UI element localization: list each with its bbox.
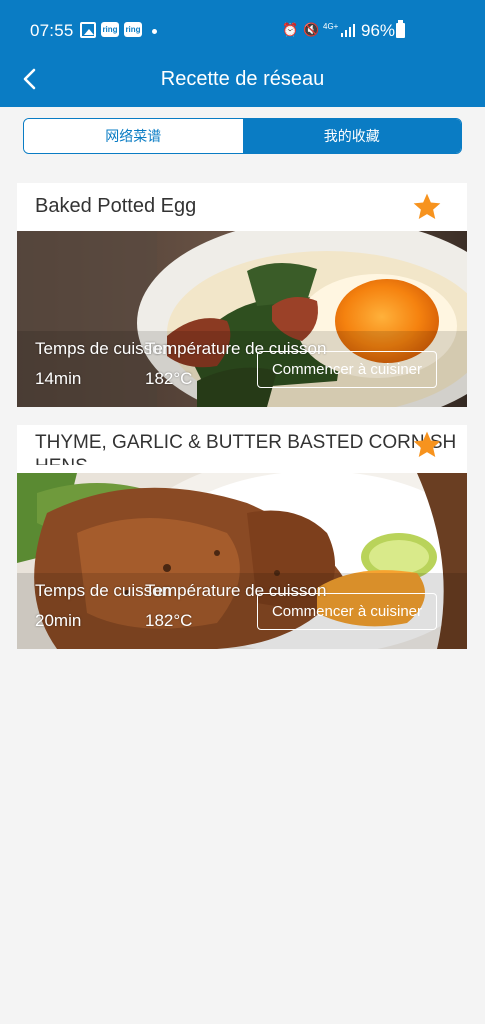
status-bar: 07:55 ring ring ⏰ 🔇 4G+ 96%: [0, 0, 485, 60]
cook-time-value: 14min: [35, 369, 82, 388]
recipe-card[interactable]: THYME, GARLIC & BUTTER BASTED CORNISH HE…: [17, 425, 467, 649]
mute-icon: 🔇: [303, 22, 320, 37]
start-cooking-button[interactable]: Commencer à cuisiner: [257, 593, 437, 630]
battery-icon: [396, 20, 405, 38]
recipe-title-overflow: HENS: [35, 456, 88, 465]
more-notifications-dot-icon: [152, 29, 157, 34]
recipe-card[interactable]: Baked Potted Egg Temps de cuisson Tempér…: [17, 183, 467, 407]
recipe-photo: Temps de cuisson Température de cuisson …: [17, 473, 467, 649]
page-title: Recette de réseau: [160, 68, 325, 90]
tab-network-recipes[interactable]: 网络菜谱: [24, 119, 243, 153]
image-notification-icon: [80, 22, 96, 38]
app-header: 07:55 ring ring ⏰ 🔇 4G+ 96% Recette de r…: [0, 0, 485, 107]
cook-time-value: 20min: [35, 611, 82, 630]
cook-temp-value: 182°C: [145, 611, 193, 630]
recipe-title: Baked Potted Egg: [35, 195, 197, 217]
recipe-title: THYME, GARLIC & BUTTER BASTED CORNISH: [35, 432, 457, 453]
recipe-card-header: Baked Potted Egg: [17, 183, 467, 231]
alarm-icon: ⏰: [282, 22, 299, 37]
recipe-card-header: THYME, GARLIC & BUTTER BASTED CORNISH HE…: [17, 425, 467, 473]
status-time: 07:55: [30, 21, 74, 40]
signal-icon: [341, 23, 355, 37]
recipe-tabs: 网络菜谱 我的收藏: [23, 118, 462, 154]
network-type-label: 4G+: [323, 22, 339, 31]
cook-temp-value: 182°C: [145, 369, 193, 388]
ring-notification-icon: ring: [124, 22, 142, 37]
star-icon[interactable]: [411, 191, 443, 223]
ring-notification-icon: ring: [101, 22, 119, 37]
tab-my-favorites[interactable]: 我的收藏: [242, 119, 461, 153]
battery-percentage: 96%: [361, 21, 396, 40]
recipe-photo: Temps de cuisson Température de cuisson …: [17, 231, 467, 407]
start-cooking-button[interactable]: Commencer à cuisiner: [257, 351, 437, 388]
star-icon[interactable]: [411, 429, 443, 461]
